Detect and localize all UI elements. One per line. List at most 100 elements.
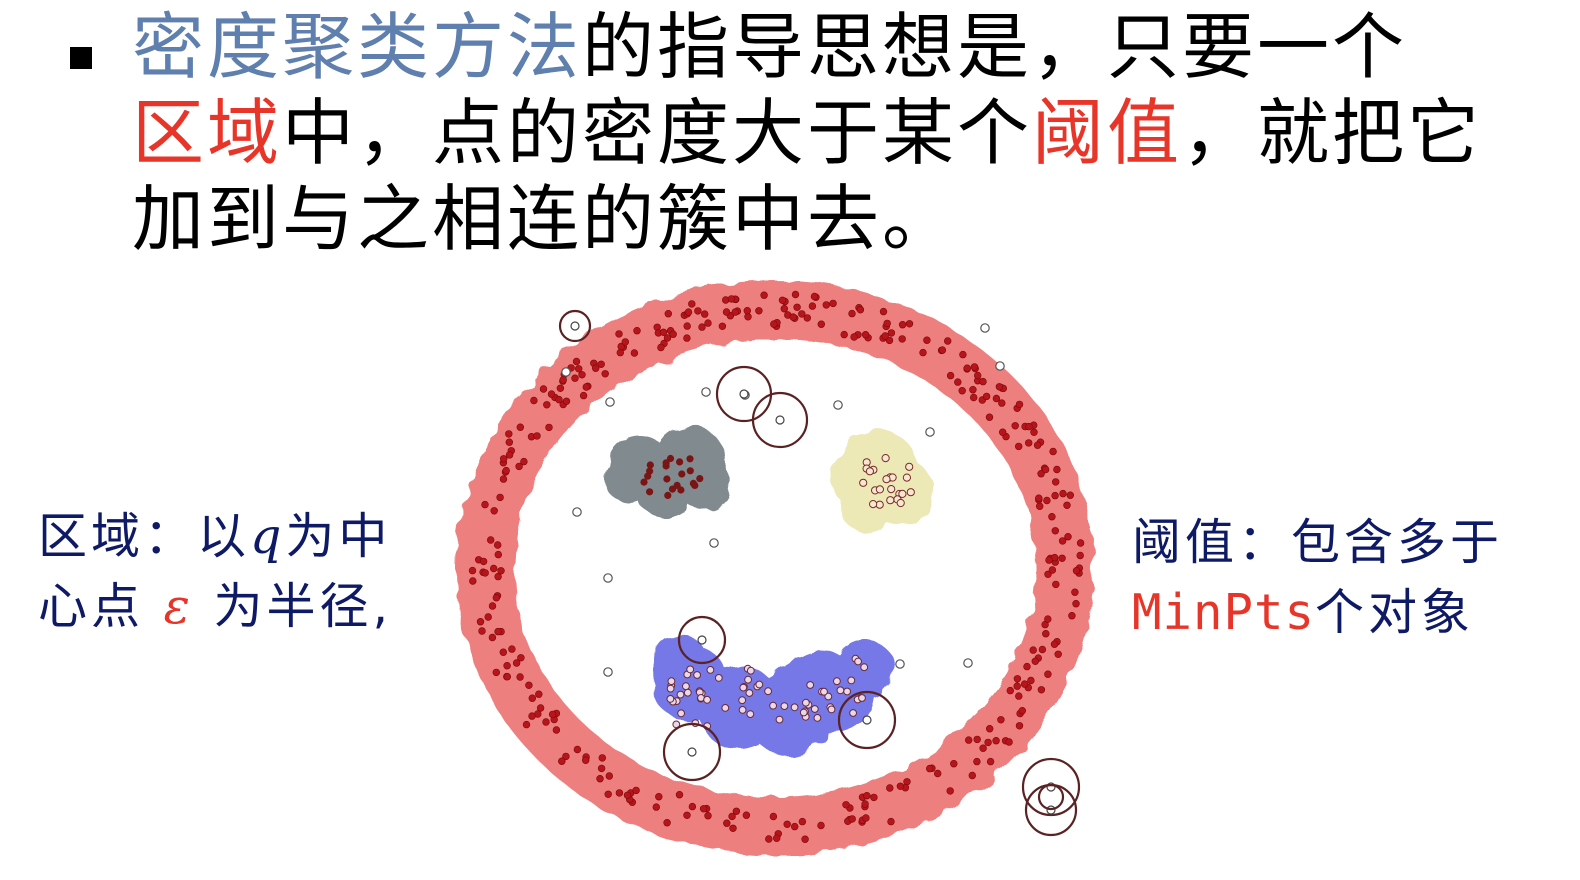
noise-point [603,667,613,677]
ring-point [887,329,896,337]
ring-point [1058,537,1067,545]
region-note-q: q [250,508,286,565]
ring-point [861,800,869,808]
ring-point [579,391,588,400]
epsilon-center-point [775,415,785,425]
ring-point [803,314,811,322]
noise-point [995,361,1005,371]
ring-point [783,820,791,828]
ring-point [1050,640,1059,648]
ring-point [698,323,706,331]
ring-point [780,305,788,313]
blue-cluster-point [677,709,685,718]
ring-point [790,822,799,831]
ring-point [801,835,809,843]
ring-point [572,357,581,366]
ring-point [992,736,1000,745]
blue-cluster-point [780,702,789,710]
blue-cluster-point [813,714,822,722]
ring-point [1013,682,1021,690]
blue-cluster-point [802,698,810,707]
ring-point [954,378,962,386]
ring-point [539,385,548,393]
noise-point [895,659,905,669]
ring-point [992,394,1001,403]
ring-point [545,423,553,432]
ring-point [508,645,516,653]
ring-point [615,789,624,797]
ring-point [995,383,1004,391]
ring-point [985,413,994,421]
ring-point [494,572,502,581]
gray-cluster-point [640,478,648,486]
ring-point [505,438,513,446]
blue-cluster-point [683,688,692,697]
ring-point [1031,657,1040,665]
ring-point [1068,611,1076,620]
ring-point [562,397,571,405]
gray-cluster-lobe [679,459,731,511]
ring-point [1048,566,1057,574]
gray-cluster-point [668,485,677,493]
blue-cluster-point [827,705,836,714]
ring-point [959,350,967,359]
gray-cluster-point [662,459,670,467]
blue-cluster-point [738,706,747,714]
ring-point [822,301,830,309]
ring-point [1011,422,1019,430]
ring-point [1030,428,1038,436]
ring-point [770,320,778,328]
ring-point [1072,566,1081,575]
ring-point [556,384,565,392]
blue-cluster-point [799,708,808,717]
ring-point [1015,722,1024,730]
blue-cluster-point [775,715,784,724]
blue-cluster-point [769,701,777,710]
ring-point [755,307,763,315]
ring-point [973,757,981,766]
ring-point [496,493,504,502]
ring-point [1063,501,1071,509]
epsilon-center-point [570,321,580,331]
ring-point [704,811,712,820]
ring-point [1072,599,1080,608]
ring-point [1006,686,1014,695]
ring-point [744,313,752,321]
blue-cluster-point [847,676,856,685]
ring-point [503,672,511,681]
blue-cluster-point [858,694,866,702]
ring-point [632,786,640,795]
ring-point [986,757,995,766]
ring-point [542,718,550,726]
blue-cluster-point [746,710,755,718]
epsilon-center-point [697,635,707,645]
ring-point [943,337,952,345]
gray-cluster-point [646,461,654,469]
ring-point [979,377,987,386]
ring-point [879,307,888,316]
ring-point [1045,556,1053,564]
ring-point [887,817,895,826]
ring-point [970,363,979,371]
ring-point [919,348,927,357]
ring-point [848,815,856,823]
ring-point [896,782,905,790]
ring-point [973,735,981,744]
ring-point [492,593,501,602]
ring-point [663,818,671,827]
ring-point [1018,706,1026,715]
gray-cluster-point [676,458,684,466]
ring-point [1037,686,1046,694]
ring-point [729,824,737,832]
noise-point [605,397,615,407]
ring-point [516,423,524,431]
ring-point [808,302,817,310]
ring-point [1048,512,1056,521]
yellow-cluster-point [896,498,905,508]
ring-point [1042,629,1050,638]
ring-point [842,801,850,809]
ring-point [946,787,954,795]
gray-cluster-point [664,491,672,499]
ring-point [688,802,697,811]
blue-cluster-point [667,677,676,686]
